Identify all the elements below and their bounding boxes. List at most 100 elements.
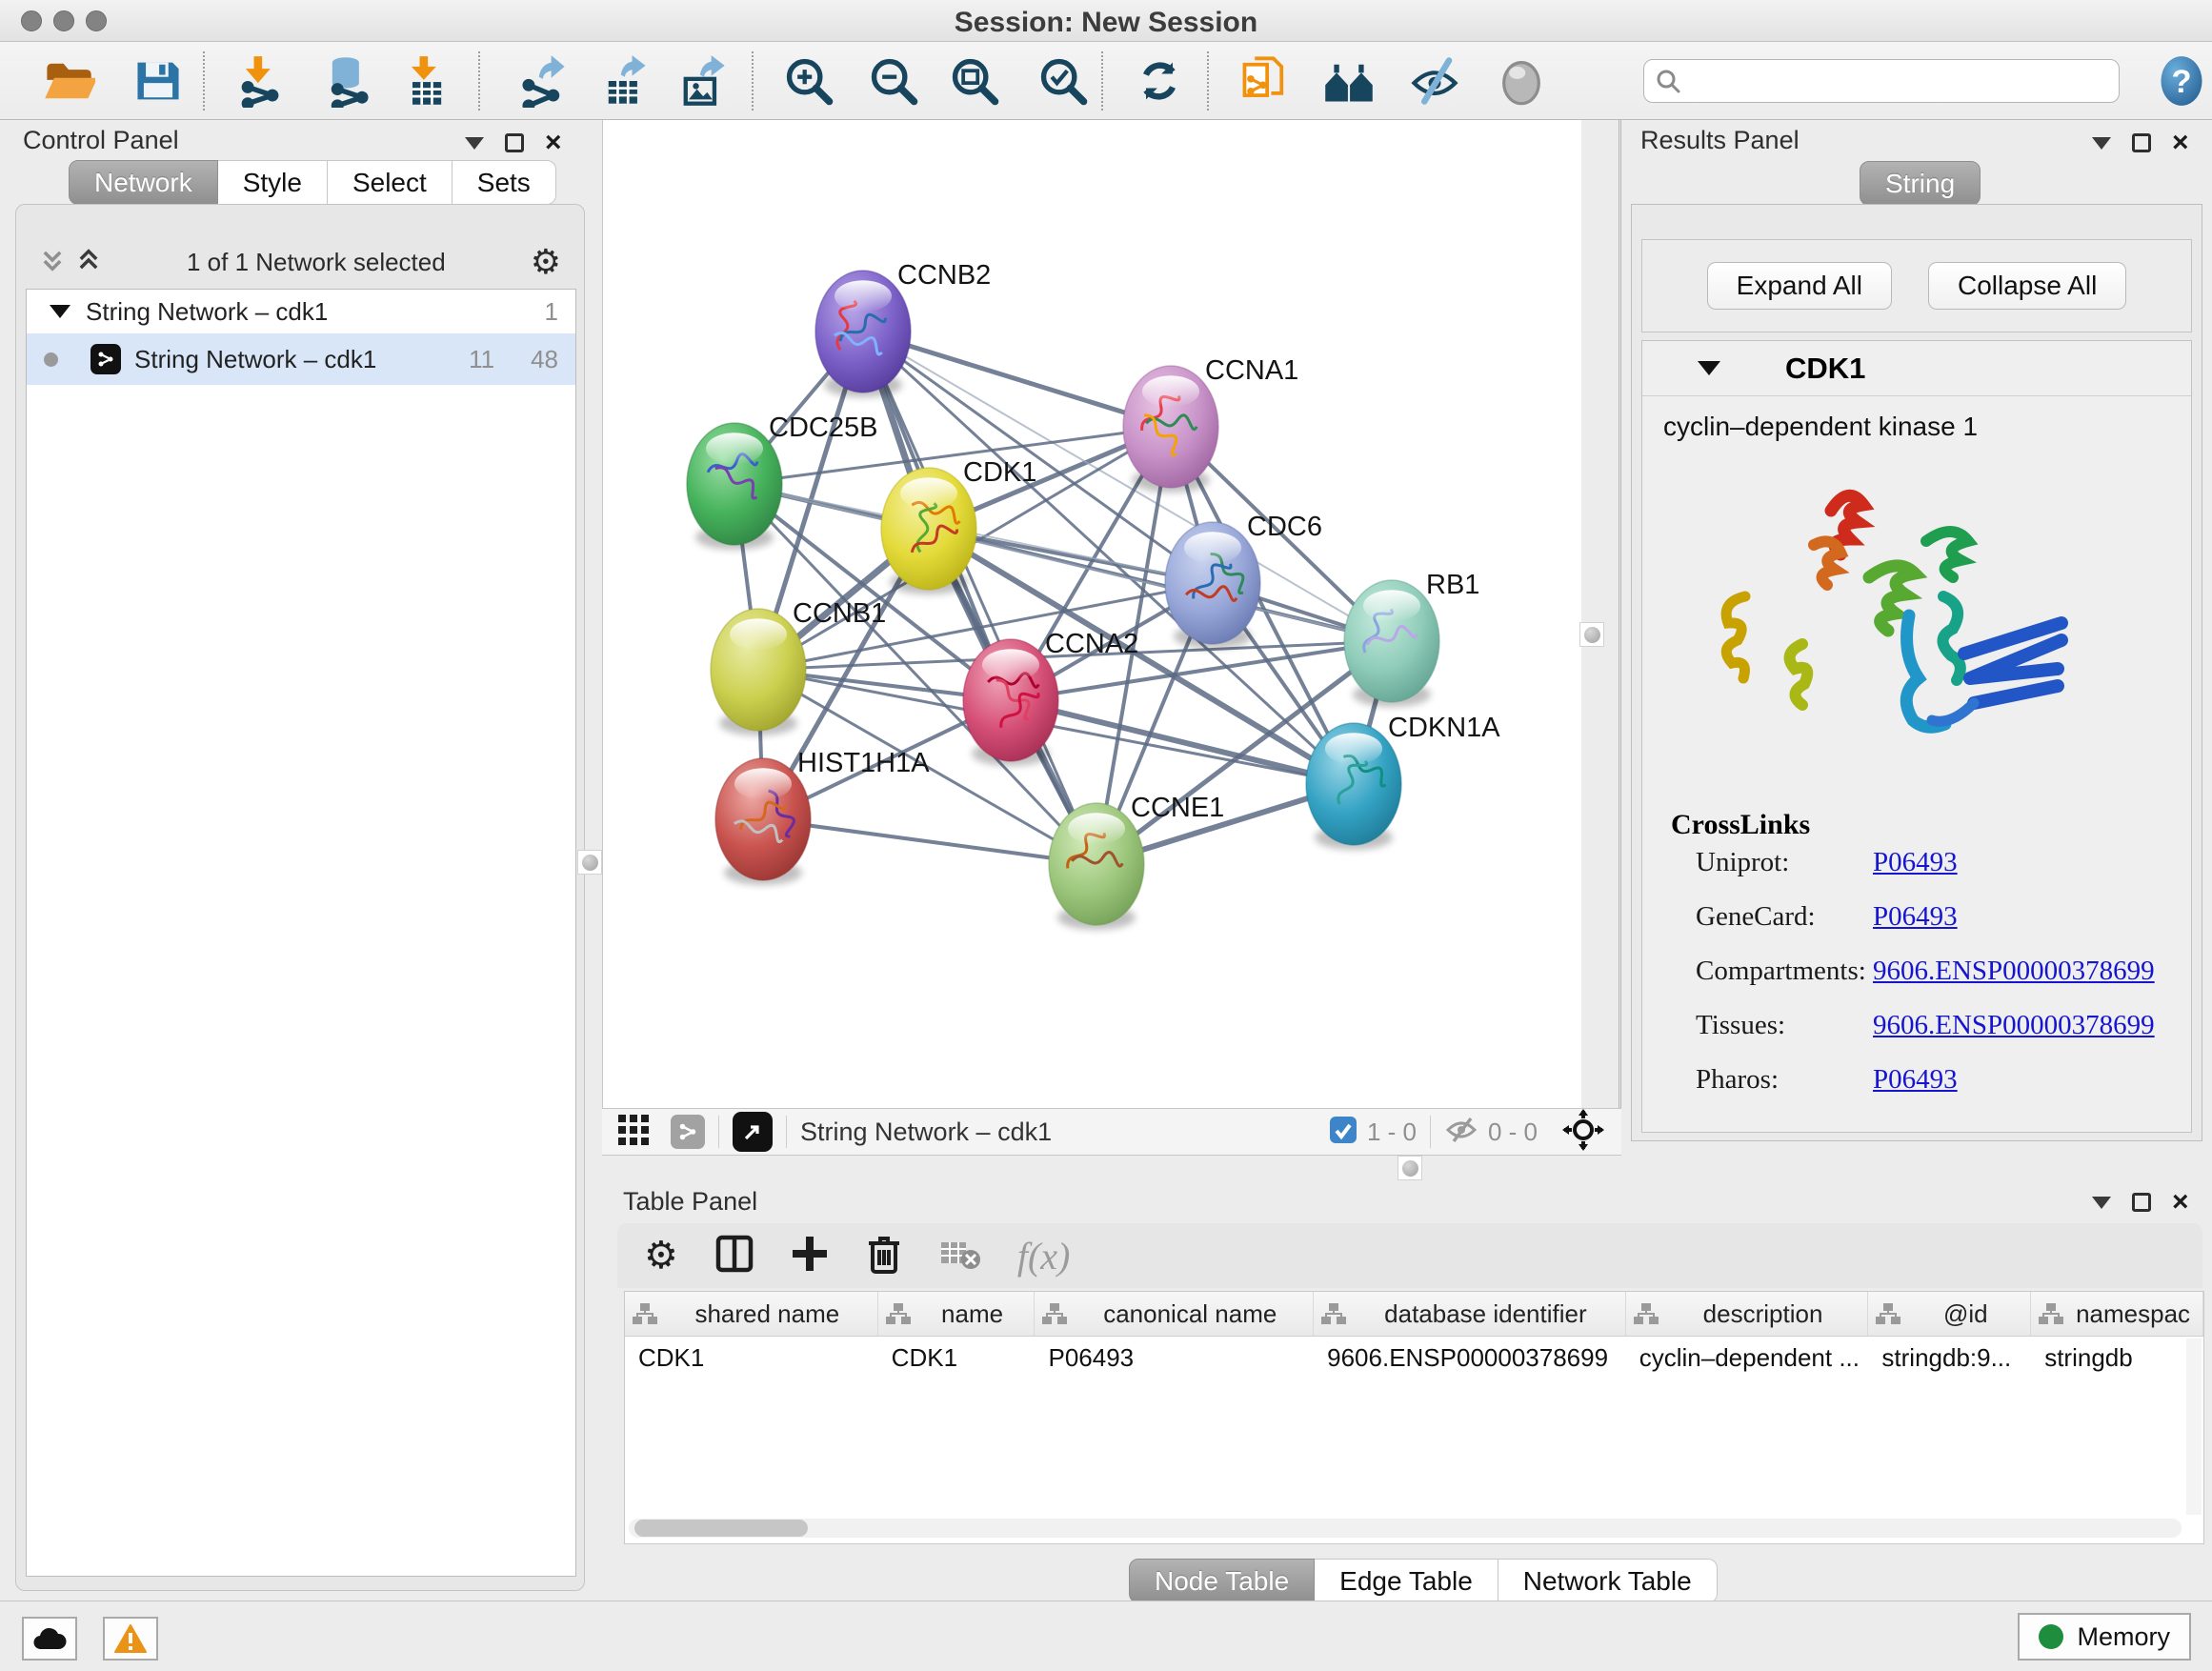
tab-select[interactable]: Select	[328, 160, 452, 205]
table-cell[interactable]: P06493	[1035, 1337, 1314, 1380]
crosslink-label: Pharos:	[1696, 1064, 1873, 1096]
zoom-out-icon[interactable]	[867, 54, 920, 108]
create-column-icon[interactable]	[791, 1235, 829, 1278]
table-horizontal-scrollbar[interactable]	[629, 1519, 2182, 1538]
network-row-selected[interactable]: String Network – cdk1 11 48	[27, 333, 575, 385]
protein-node-RB1[interactable]	[1344, 580, 1439, 707]
column-header-description[interactable]: description	[1626, 1292, 1869, 1336]
collapse-all-button[interactable]: Collapse All	[1928, 262, 2126, 310]
table-cell[interactable]: CDK1	[625, 1337, 878, 1380]
network-edge[interactable]	[863, 332, 1096, 864]
table-panel-close-icon[interactable]: ×	[2172, 1193, 2189, 1212]
selected-checkbox-icon[interactable]	[1329, 1116, 1357, 1149]
grid-view-icon[interactable]	[617, 1114, 650, 1151]
zoom-fit-icon[interactable]	[948, 54, 1001, 108]
hide-selection-icon[interactable]	[1408, 54, 1461, 108]
first-neighbors-icon[interactable]	[1322, 54, 1376, 108]
open-folder-icon[interactable]	[42, 54, 95, 108]
column-header-canonical-name[interactable]: canonical name	[1035, 1292, 1314, 1336]
horizontal-splitter-handle[interactable]	[1398, 1156, 1422, 1180]
protein-node-CCNE1[interactable]	[1049, 803, 1144, 930]
table-panel-float-icon[interactable]	[2132, 1193, 2151, 1212]
import-network-icon[interactable]	[233, 54, 287, 108]
table-cell[interactable]: cyclin–dependent ...	[1626, 1337, 1869, 1380]
delete-column-icon[interactable]	[865, 1234, 903, 1278]
network-from-selection-icon[interactable]	[1238, 54, 1292, 108]
expand-all-networks-icon[interactable]	[75, 247, 102, 278]
import-database-icon[interactable]	[321, 54, 374, 108]
table-panel-menu-icon[interactable]	[2092, 1197, 2111, 1209]
collection-expand-icon[interactable]	[50, 305, 70, 318]
control-panel-close-icon[interactable]: ×	[545, 133, 562, 152]
memory-button[interactable]: Memory	[2018, 1613, 2191, 1661]
table-options-gear-icon[interactable]: ⚙	[644, 1234, 678, 1278]
show-columns-icon[interactable]	[714, 1234, 754, 1278]
toolbar-separator	[1207, 51, 1209, 111]
export-network-icon[interactable]	[516, 54, 570, 108]
warnings-button[interactable]	[103, 1617, 158, 1661]
table-cell[interactable]: stringdb:9...	[1868, 1337, 2031, 1380]
column-header-name[interactable]: name	[878, 1292, 1036, 1336]
cloud-status-button[interactable]	[22, 1617, 77, 1661]
protein-node-CCNB1[interactable]	[711, 609, 806, 735]
help-icon[interactable]: ?	[2155, 54, 2208, 108]
export-image-icon[interactable]	[675, 54, 729, 108]
tab-sets[interactable]: Sets	[452, 160, 556, 205]
show-all-icon[interactable]	[1495, 54, 1548, 108]
birds-eye-icon[interactable]	[1562, 1109, 1604, 1156]
crosslink-value-link[interactable]: P06493	[1873, 1064, 1958, 1096]
tab-string[interactable]: String	[1860, 161, 1981, 206]
column-header--id[interactable]: @id	[1868, 1292, 2031, 1336]
export-table-icon[interactable]	[598, 54, 652, 108]
column-header-namespac[interactable]: namespac	[2031, 1292, 2203, 1336]
column-header-shared-name[interactable]: shared name	[625, 1292, 878, 1336]
control-panel-menu-icon[interactable]	[465, 137, 484, 150]
table-vertical-scrollbar[interactable]	[2186, 1339, 2202, 1515]
gene-collapse-icon[interactable]	[1698, 361, 1720, 375]
hidden-eye-icon	[1444, 1116, 1478, 1149]
refresh-icon[interactable]	[1133, 54, 1186, 108]
protein-node-CDKN1A[interactable]	[1306, 723, 1401, 850]
hierarchy-icon	[633, 1302, 657, 1325]
crosslink-value-link[interactable]: 9606.ENSP00000378699	[1873, 956, 2155, 987]
protein-node-HIST1H1A[interactable]	[715, 758, 811, 885]
control-panel-float-icon[interactable]	[505, 133, 524, 152]
save-icon[interactable]	[131, 54, 185, 108]
table-row[interactable]: CDK1CDK1P064939606.ENSP00000378699cyclin…	[625, 1337, 2203, 1380]
protein-node-CCNB2[interactable]	[815, 271, 911, 397]
zoom-in-icon[interactable]	[782, 54, 835, 108]
table-cell[interactable]: stringdb	[2031, 1337, 2203, 1380]
network-collection-row[interactable]: String Network – cdk1 1	[27, 290, 575, 333]
crosslink-value-link[interactable]: P06493	[1873, 847, 1958, 878]
tab-node-table[interactable]: Node Table	[1129, 1559, 1315, 1603]
search-field[interactable]	[1643, 59, 2120, 103]
tab-edge-table[interactable]: Edge Table	[1315, 1559, 1498, 1603]
network-share-icon[interactable]	[671, 1115, 705, 1149]
crosslink-value-link[interactable]: P06493	[1873, 901, 1958, 933]
scrollbar-thumb[interactable]	[634, 1520, 808, 1537]
results-panel-close-icon[interactable]: ×	[2172, 133, 2189, 152]
crosslink-value-link[interactable]: 9606.ENSP00000378699	[1873, 1010, 2155, 1041]
right-splitter-handle[interactable]	[1579, 622, 1604, 647]
column-header-database-identifier[interactable]: database identifier	[1314, 1292, 1626, 1336]
protein-node-CCNA1[interactable]	[1123, 366, 1218, 493]
network-edge[interactable]	[763, 819, 1096, 864]
import-table-icon[interactable]	[399, 54, 452, 108]
collapse-all-networks-icon[interactable]	[39, 247, 66, 278]
detach-view-icon[interactable]	[733, 1112, 773, 1152]
protein-node-CDC25B[interactable]	[687, 423, 782, 550]
table-cell[interactable]: CDK1	[878, 1337, 1036, 1380]
results-panel-float-icon[interactable]	[2132, 133, 2151, 152]
tab-network[interactable]: Network	[69, 160, 218, 205]
zoom-selected-icon[interactable]	[1036, 54, 1090, 108]
tab-style[interactable]: Style	[218, 160, 328, 205]
search-input[interactable]	[1682, 67, 2101, 96]
expand-all-button[interactable]: Expand All	[1707, 262, 1892, 310]
table-cell[interactable]: 9606.ENSP00000378699	[1314, 1337, 1626, 1380]
left-splitter-handle[interactable]	[577, 850, 602, 875]
tab-network-table[interactable]: Network Table	[1498, 1559, 1718, 1603]
gene-card-header[interactable]: CDK1	[1642, 341, 2191, 396]
network-canvas[interactable]: CCNB2CCNA1CDC25BCDK1CDC6RB1CCNB1CCNA2CDK…	[602, 120, 1581, 1108]
network-options-gear-icon[interactable]: ⚙	[531, 242, 561, 282]
results-panel-menu-icon[interactable]	[2092, 137, 2111, 150]
